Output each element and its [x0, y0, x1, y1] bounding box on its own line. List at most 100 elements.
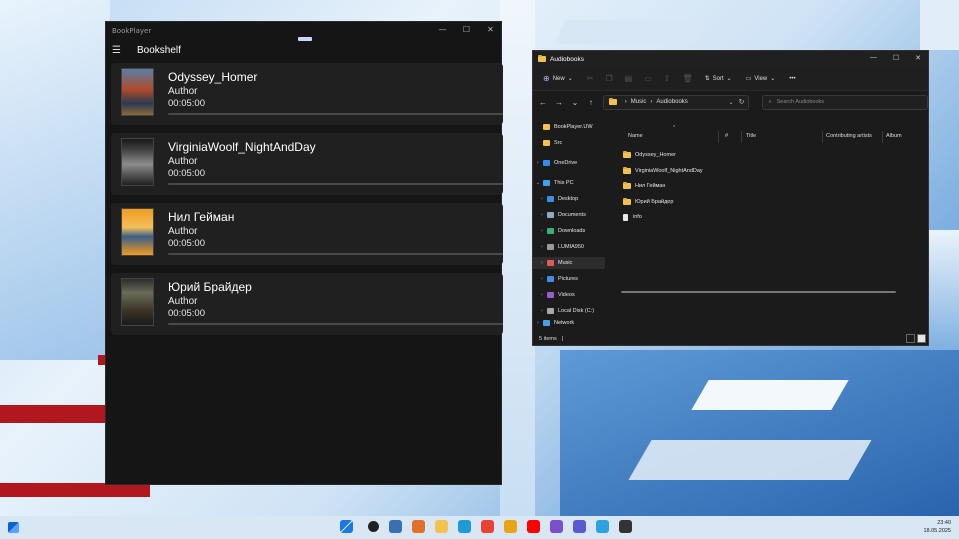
- start-icon[interactable]: [340, 520, 353, 533]
- column-header-title[interactable]: Title: [746, 133, 756, 139]
- column-divider[interactable]: [741, 131, 742, 143]
- file-row[interactable]: Юрий Брайдер: [623, 196, 673, 208]
- up-arrow-icon[interactable]: ↑: [587, 98, 595, 107]
- nav-item-local-disk[interactable]: › Local Disk (C:): [533, 305, 605, 317]
- nav-item-videos[interactable]: › Videos: [533, 289, 605, 301]
- file-row[interactable]: Odyssey_Homer: [623, 149, 676, 161]
- nav-item-music[interactable]: › Music: [533, 257, 605, 269]
- hamburger-menu-icon[interactable]: ☰: [112, 45, 122, 56]
- chevron-right-icon[interactable]: ›: [533, 160, 543, 166]
- column-header-artists[interactable]: Contributing artists: [826, 133, 872, 139]
- folder-icon: [623, 198, 631, 205]
- terminal-icon[interactable]: [619, 520, 632, 533]
- visual-studio-icon[interactable]: [550, 520, 563, 533]
- edge-icon[interactable]: [458, 520, 471, 533]
- search-input[interactable]: ⌕ Search Audiobooks: [761, 94, 928, 110]
- chevron-right-icon[interactable]: ›: [537, 196, 547, 202]
- copilot-icon[interactable]: [412, 520, 425, 533]
- copy-icon[interactable]: ❐: [605, 74, 612, 83]
- wallpaper-panel: [691, 380, 849, 410]
- column-header-album[interactable]: Album: [886, 133, 902, 139]
- save-app-icon[interactable]: [573, 520, 586, 533]
- task-view-icon[interactable]: [389, 520, 402, 533]
- view-button[interactable]: ▭ View ⌄: [746, 75, 776, 83]
- maximize-button[interactable]: ☐: [893, 54, 899, 62]
- sort-arrow-icon: ^: [673, 125, 676, 131]
- nav-item[interactable]: Src: [533, 137, 605, 149]
- file-row[interactable]: Нил Гейман: [623, 180, 665, 192]
- horizontal-scrollbar[interactable]: [621, 291, 896, 293]
- nav-item-network[interactable]: › Network: [533, 320, 605, 326]
- minimize-button[interactable]: —: [870, 54, 877, 62]
- column-header-number[interactable]: #: [725, 133, 728, 139]
- file-row[interactable]: info: [623, 211, 642, 223]
- book-card[interactable]: VirginiaWoolf_NightAndDay Author 00:05:0…: [111, 133, 503, 195]
- search-icon[interactable]: [368, 521, 379, 532]
- chevron-right-icon[interactable]: ›: [537, 308, 547, 314]
- rename-icon[interactable]: ▭: [644, 74, 652, 83]
- forward-arrow-icon[interactable]: →: [555, 98, 563, 107]
- column-divider[interactable]: [718, 131, 719, 143]
- status-separator: |: [561, 336, 564, 342]
- chevron-down-icon[interactable]: ⌄: [729, 99, 734, 106]
- breadcrumb[interactable]: › Music › Audiobooks ⌄ ↻: [602, 94, 749, 110]
- chrome-icon[interactable]: [481, 520, 494, 533]
- new-button[interactable]: ⊕ New ⌄: [543, 74, 573, 83]
- tiles-view-button[interactable]: [917, 334, 926, 343]
- chevron-right-icon[interactable]: ›: [537, 292, 547, 298]
- close-button[interactable]: ✕: [915, 54, 921, 62]
- back-arrow-icon[interactable]: ←: [539, 98, 547, 107]
- book-card[interactable]: Юрий Брайдер Author 00:05:00: [111, 273, 503, 335]
- column-header-name[interactable]: Name: [628, 133, 643, 139]
- debug-toolbar-badge[interactable]: [298, 37, 312, 41]
- nav-item-this-pc[interactable]: ⌄ This PC: [533, 177, 605, 189]
- chevron-right-icon[interactable]: ›: [537, 228, 547, 234]
- more-options-button[interactable]: •••: [789, 76, 795, 82]
- chevron-down-icon[interactable]: ⌄: [533, 180, 543, 186]
- recent-locations-icon[interactable]: ⌄: [571, 98, 579, 107]
- telegram-icon[interactable]: [596, 520, 609, 533]
- column-divider[interactable]: [882, 131, 883, 143]
- nav-item-pictures[interactable]: › Pictures: [533, 273, 605, 285]
- nav-item-documents[interactable]: › Documents: [533, 209, 605, 221]
- item-count: 5 items: [539, 336, 557, 342]
- nav-item-downloads[interactable]: › Downloads: [533, 225, 605, 237]
- youtube-icon[interactable]: [527, 520, 540, 533]
- file-explorer-icon[interactable]: [435, 520, 448, 533]
- file-name: VirginiaWoolf_NightAndDay: [635, 168, 703, 174]
- folder-icon: [623, 151, 631, 158]
- nav-item[interactable]: BookPlayer.UW: [533, 121, 605, 133]
- chevron-right-icon[interactable]: ›: [537, 260, 547, 266]
- nav-item-lumia950[interactable]: › LUMIA950: [533, 241, 605, 253]
- chevron-right-icon[interactable]: ›: [537, 276, 547, 282]
- widgets-icon[interactable]: [8, 522, 19, 533]
- chevron-right-icon[interactable]: ›: [537, 244, 547, 250]
- chevron-right-icon[interactable]: ›: [533, 320, 543, 326]
- column-divider[interactable]: [822, 131, 823, 143]
- book-card[interactable]: Odyssey_Homer Author 00:05:00: [111, 63, 503, 125]
- cut-icon[interactable]: ✂: [587, 74, 594, 83]
- share-icon[interactable]: ⇪: [664, 74, 671, 83]
- yandex-icon[interactable]: [504, 520, 517, 533]
- title-bar[interactable]: Audiobooks — ☐ ✕: [533, 51, 928, 67]
- details-view-button[interactable]: [906, 334, 915, 343]
- book-duration: 00:05:00: [168, 238, 205, 249]
- file-row[interactable]: VirginiaWoolf_NightAndDay: [623, 165, 703, 177]
- nav-item-onedrive[interactable]: › OneDrive: [533, 157, 605, 169]
- minimize-button[interactable]: —: [438, 25, 447, 34]
- sort-button[interactable]: ⇅ Sort ⌄: [705, 75, 732, 83]
- close-button[interactable]: ✕: [486, 25, 495, 34]
- chevron-right-icon[interactable]: ›: [537, 212, 547, 218]
- book-card[interactable]: Нил Гейман Author 00:05:00: [111, 203, 503, 265]
- book-progress-bar: [168, 323, 503, 325]
- refresh-icon[interactable]: ↻: [739, 98, 745, 106]
- nav-item-desktop[interactable]: › Desktop: [533, 193, 605, 205]
- breadcrumb-item-audiobooks[interactable]: Audiobooks: [656, 99, 687, 105]
- music-icon: [547, 260, 554, 266]
- delete-icon[interactable]: 🗑: [682, 74, 692, 83]
- breadcrumb-item-music[interactable]: Music: [631, 99, 647, 105]
- system-clock[interactable]: 23:40 18.05.2025: [923, 519, 951, 535]
- maximize-button[interactable]: ☐: [462, 25, 471, 34]
- nav-item-label: Local Disk (C:): [558, 308, 595, 314]
- paste-icon[interactable]: ▤: [625, 74, 633, 83]
